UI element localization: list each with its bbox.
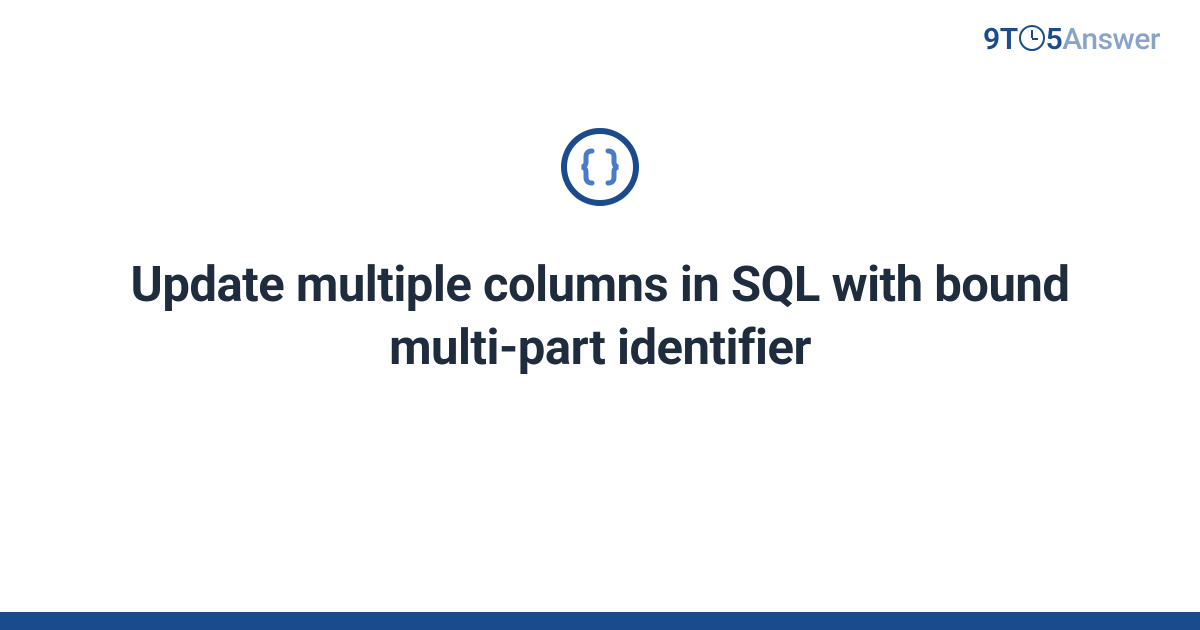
hero-content: Update multiple columns in SQL with boun… bbox=[0, 128, 1200, 379]
code-braces-icon bbox=[561, 128, 639, 206]
brand-answer: Answer bbox=[1062, 22, 1160, 57]
brand-logo: 9T5Answer bbox=[983, 22, 1160, 57]
brand-t: T bbox=[1000, 22, 1018, 57]
brand-five: 5 bbox=[1046, 22, 1063, 57]
clock-icon bbox=[1019, 25, 1045, 51]
footer-accent-bar bbox=[0, 612, 1200, 630]
brand-nine: 9 bbox=[983, 22, 1000, 57]
page-title: Update multiple columns in SQL with boun… bbox=[120, 254, 1080, 379]
